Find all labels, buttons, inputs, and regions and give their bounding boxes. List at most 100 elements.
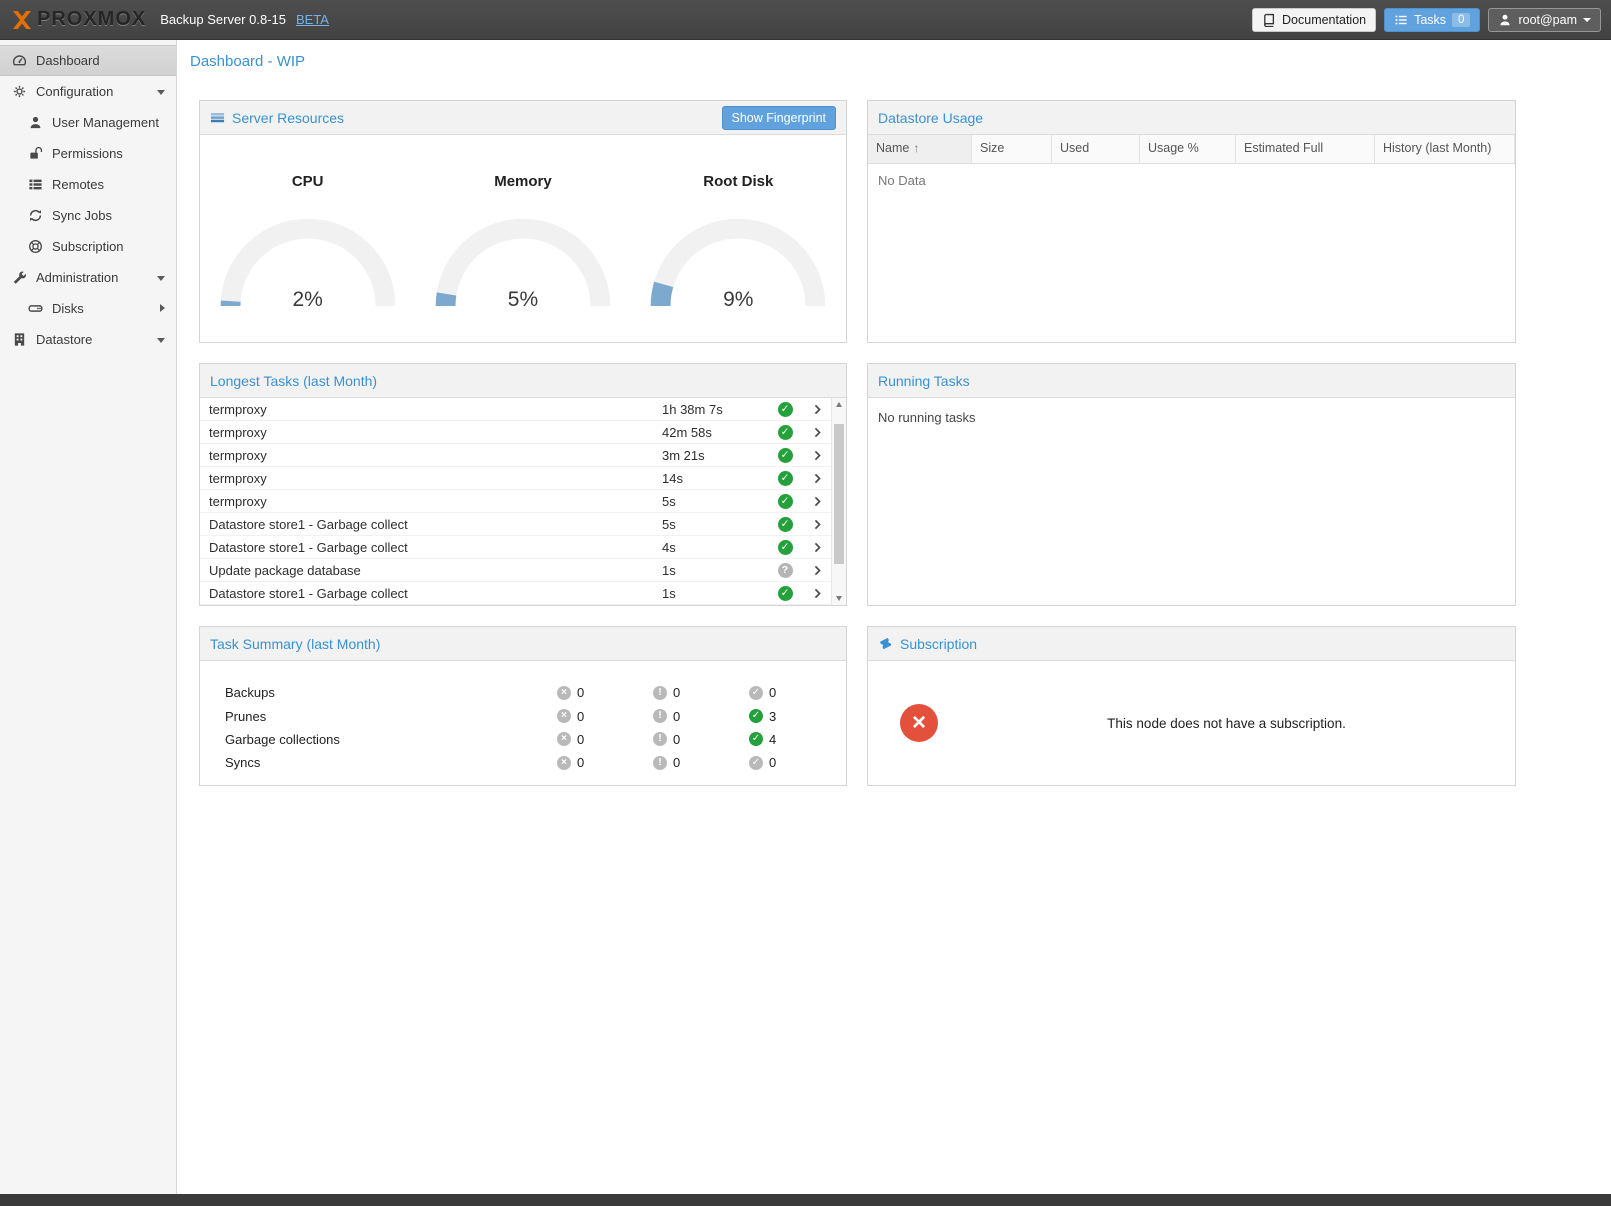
warning-circle-icon: ! (653, 709, 667, 723)
sidebar-item-administration[interactable]: Administration (0, 262, 176, 293)
unlock-icon (28, 146, 45, 161)
column-header-usage-pct[interactable]: Usage % (1140, 135, 1236, 163)
proxmox-x-icon (10, 8, 34, 32)
chevron-right-icon[interactable] (803, 519, 831, 530)
warning-circle-icon: ! (653, 756, 667, 770)
panel-subscription: Subscription × This node does not have a… (867, 626, 1516, 786)
tasks-button[interactable]: Tasks 0 (1384, 8, 1480, 32)
no-running-tasks-text: No running tasks (868, 398, 1515, 437)
panel-title: Running Tasks (878, 373, 970, 389)
task-name: Datastore store1 - Garbage collect (200, 586, 662, 601)
column-header-history[interactable]: History (last Month) (1375, 135, 1515, 163)
sidebar-item-user-management[interactable]: User Management (0, 107, 176, 138)
task-name: Datastore store1 - Garbage collect (200, 540, 662, 555)
chevron-right-icon[interactable] (803, 496, 831, 507)
documentation-button[interactable]: Documentation (1252, 8, 1376, 32)
user-icon (28, 115, 45, 130)
chevron-right-icon[interactable] (803, 542, 831, 553)
ok-count: 0 (769, 755, 776, 770)
show-fingerprint-button[interactable]: Show Fingerprint (722, 106, 837, 130)
column-header-used[interactable]: Used (1052, 135, 1140, 163)
column-header-name[interactable]: Name↑ (868, 135, 972, 163)
summary-row-syncs[interactable]: Syncs ×0 !0 ✓0 (225, 751, 846, 774)
task-row[interactable]: Datastore store1 - Garbage collect 4s ✓ (200, 536, 831, 559)
sidebar-label: Administration (36, 270, 118, 285)
building-icon (12, 332, 29, 347)
sidebar-item-dashboard[interactable]: Dashboard (0, 45, 176, 76)
task-name: termproxy (200, 402, 662, 417)
chevron-right-icon[interactable] (803, 473, 831, 484)
error-count: 0 (577, 709, 584, 724)
sidebar-item-permissions[interactable]: Permissions (0, 138, 176, 169)
ok-circle-icon: ✓ (749, 709, 763, 723)
summary-row-prunes[interactable]: Prunes ×0 !0 ✓3 (225, 704, 846, 727)
chevron-down-icon[interactable] (157, 276, 165, 281)
task-status-icon: ✓ (778, 402, 793, 417)
sidebar-item-subscription[interactable]: Subscription (0, 231, 176, 262)
brand-wordmark: PROXMOX (37, 8, 146, 31)
panel-title: Server Resources (232, 110, 344, 126)
scrollbar-thumb[interactable] (834, 424, 844, 564)
task-status-icon: ✓ (778, 517, 793, 532)
panel-header: Server Resources Show Fingerprint (200, 101, 846, 135)
vertical-scrollbar[interactable] (831, 398, 846, 605)
chevron-right-icon[interactable] (160, 304, 165, 312)
task-row[interactable]: Datastore store1 - Garbage collect 5s ✓ (200, 513, 831, 536)
chevron-right-icon[interactable] (803, 450, 831, 461)
ok-circle-icon: ✓ (749, 686, 763, 700)
scroll-up-arrow[interactable] (832, 398, 846, 411)
task-duration: 42m 58s (662, 425, 767, 440)
user-menu-button[interactable]: root@pam (1488, 8, 1601, 32)
task-row[interactable]: termproxy 1h 38m 7s ✓ (200, 398, 831, 421)
panel-title: Task Summary (last Month) (210, 636, 380, 652)
summary-label: Prunes (225, 709, 557, 724)
panel-running-tasks: Running Tasks No running tasks (867, 363, 1516, 606)
task-row[interactable]: termproxy 42m 58s ✓ (200, 421, 831, 444)
gauge-label: Root Disk (703, 173, 773, 190)
summary-label: Backups (225, 685, 557, 700)
task-row[interactable]: Update package database 1s ? (200, 559, 831, 582)
sidebar-item-remotes[interactable]: Remotes (0, 169, 176, 200)
gauge-cpu: CPU 2% (208, 173, 408, 315)
error-circle-icon: × (557, 709, 571, 723)
scroll-down-arrow[interactable] (832, 592, 846, 605)
task-row[interactable]: Datastore store1 - Garbage collect 1s ✓ (200, 582, 831, 605)
chevron-down-icon[interactable] (157, 90, 165, 95)
task-duration: 5s (662, 517, 767, 532)
task-row[interactable]: termproxy 3m 21s ✓ (200, 444, 831, 467)
window-bottom-bar (0, 1194, 1611, 1206)
task-row[interactable]: termproxy 14s ✓ (200, 467, 831, 490)
error-circle-icon: × (557, 686, 571, 700)
column-header-size[interactable]: Size (972, 135, 1052, 163)
summary-row-garbage-collections[interactable]: Garbage collections ×0 !0 ✓4 (225, 728, 846, 751)
gauge-value: 9% (648, 288, 828, 312)
summary-row-backups[interactable]: Backups ×0 !0 ✓0 (225, 681, 846, 704)
panel-title: Longest Tasks (last Month) (210, 373, 377, 389)
chevron-right-icon[interactable] (803, 404, 831, 415)
column-header-estimated-full[interactable]: Estimated Full (1236, 135, 1375, 163)
beta-link[interactable]: BETA (296, 12, 329, 27)
sidebar-item-datastore[interactable]: Datastore (0, 324, 176, 355)
sidebar-item-sync-jobs[interactable]: Sync Jobs (0, 200, 176, 231)
panel-datastore-usage: Datastore Usage Name↑ Size Used Usage % … (867, 100, 1516, 343)
main-content: Dashboard - WIP Server Resources Show Fi… (177, 40, 1611, 1194)
chevron-right-icon[interactable] (803, 427, 831, 438)
sidebar-item-disks[interactable]: Disks (0, 293, 176, 324)
chevron-right-icon[interactable] (803, 565, 831, 576)
sidebar-item-configuration[interactable]: Configuration (0, 76, 176, 107)
task-duration: 1s (662, 586, 767, 601)
error-count: 0 (577, 732, 584, 747)
gear-icon (12, 84, 29, 99)
gauges: CPU 2% Memory (200, 135, 846, 315)
task-duration: 1s (662, 563, 767, 578)
chevron-down-icon[interactable] (157, 338, 165, 343)
chevron-right-icon[interactable] (803, 588, 831, 599)
task-summary-grid: Backups ×0 !0 ✓0 Prunes ×0 !0 ✓3 Garbage… (200, 661, 846, 775)
gauge-root-disk: Root Disk 9% (638, 173, 838, 315)
panel-header: Running Tasks (868, 364, 1515, 398)
panel-longest-tasks: Longest Tasks (last Month) termproxy 1h … (199, 363, 847, 606)
task-row[interactable]: termproxy 5s ✓ (200, 490, 831, 513)
task-duration: 4s (662, 540, 767, 555)
tasks-count-badge: 0 (1452, 13, 1470, 27)
tachometer-icon (12, 53, 29, 68)
